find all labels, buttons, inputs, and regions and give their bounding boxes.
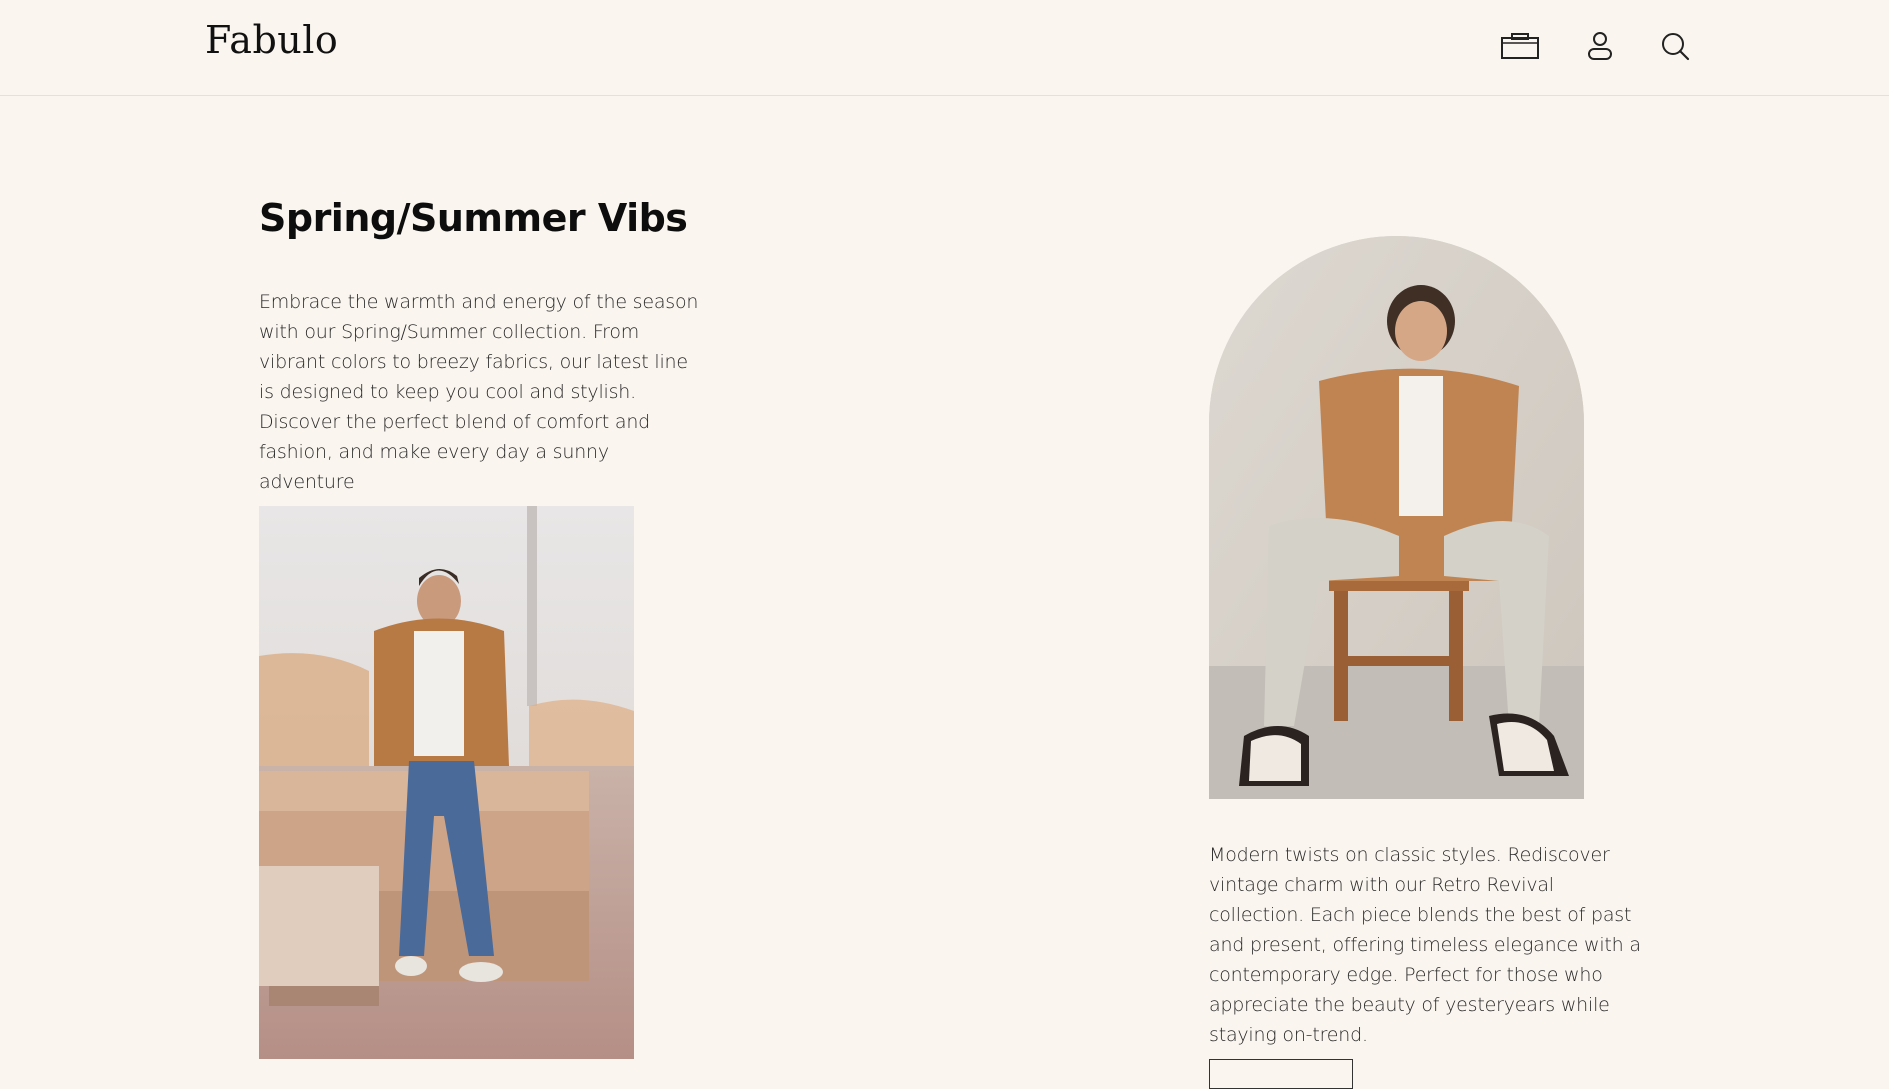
retro-revival-button[interactable] bbox=[1209, 1059, 1353, 1089]
site-header: Fabulo bbox=[0, 0, 1889, 96]
spring-summer-description: Embrace the warmth and energy of the sea… bbox=[259, 291, 699, 493]
search-icon[interactable] bbox=[1655, 26, 1695, 66]
shopping-bag-icon[interactable] bbox=[1500, 26, 1540, 66]
account-icon[interactable] bbox=[1580, 26, 1620, 66]
site-logo[interactable]: Fabulo bbox=[205, 18, 338, 62]
retro-revival-photo bbox=[1209, 236, 1584, 799]
section-title: Spring/Summer Vibs bbox=[259, 196, 688, 240]
spring-summer-photo bbox=[259, 506, 634, 1059]
retro-revival-description: Modern twists on classic styles. Redisco… bbox=[1209, 844, 1641, 1046]
